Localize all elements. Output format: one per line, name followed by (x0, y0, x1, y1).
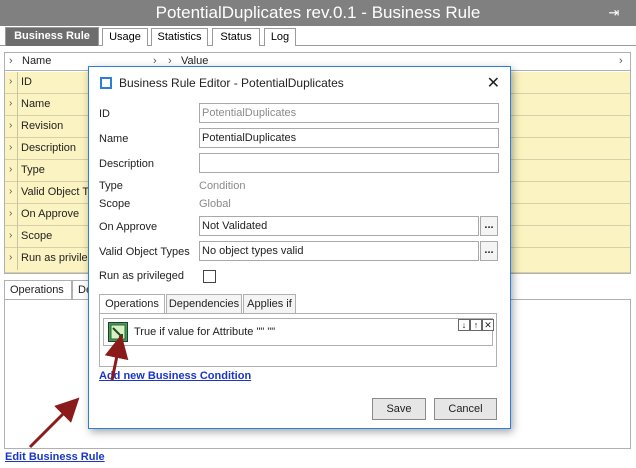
window-titlebar: PotentialDuplicates rev.0.1 - Business R… (0, 0, 636, 26)
name-label: Name (99, 133, 129, 145)
remove-icon[interactable]: ✕ (482, 319, 494, 331)
operations-panel: True if value for Attribute "" "" ↓ ↑ ✕ (99, 313, 497, 367)
type-value: Condition (199, 180, 246, 192)
window-icon (100, 77, 112, 89)
chevron-right-icon[interactable]: › (619, 55, 623, 67)
valid-object-types-label: Valid Object Types (99, 246, 190, 258)
scope-value: Global (199, 198, 231, 210)
chevron-right-icon[interactable]: › (9, 230, 12, 241)
chevron-right-icon[interactable]: › (9, 252, 12, 263)
column-header-name[interactable]: Name (22, 55, 51, 67)
move-up-icon[interactable]: ↑ (470, 319, 482, 331)
row-label: Type (21, 164, 45, 176)
chevron-right-icon[interactable]: › (9, 186, 12, 197)
row-label: Revision (21, 120, 64, 132)
run-as-privileged-label: Run as privileged (99, 270, 184, 282)
chevron-right-icon[interactable]: › (9, 76, 12, 87)
chevron-right-icon[interactable]: › (9, 142, 12, 153)
tab-applies-if[interactable]: Applies if (243, 294, 296, 314)
business-rule-editor-dialog: Business Rule Editor - PotentialDuplicat… (88, 66, 511, 429)
business-condition-row[interactable]: True if value for Attribute "" "" ↓ ↑ ✕ (103, 318, 494, 346)
cancel-button[interactable]: Cancel (434, 398, 497, 420)
main-tabs: Business Rule Usage Statistics Status Lo… (0, 26, 636, 46)
add-new-business-condition-link[interactable]: Add new Business Condition (99, 370, 251, 382)
condition-text: True if value for Attribute "" "" (134, 326, 276, 338)
pin-icon[interactable]: ⇥ (606, 5, 622, 21)
chevron-right-icon[interactable]: › (9, 98, 12, 109)
close-icon[interactable]: ✕ (487, 73, 500, 93)
move-down-icon[interactable]: ↓ (458, 319, 470, 331)
window-title: PotentialDuplicates rev.0.1 - Business R… (155, 3, 481, 22)
edit-business-rule-link[interactable]: Edit Business Rule (5, 451, 105, 463)
id-label: ID (99, 108, 110, 120)
tab-status[interactable]: Status (212, 28, 260, 46)
row-label: On Approve (21, 208, 80, 220)
tab-statistics[interactable]: Statistics (151, 28, 208, 46)
valid-object-types-browse-button[interactable]: ... (480, 241, 498, 261)
on-approve-label: On Approve (99, 221, 158, 233)
id-field[interactable]: PotentialDuplicates (199, 103, 499, 123)
tab-operations[interactable]: Operations (4, 280, 72, 300)
chevron-right-icon[interactable]: › (9, 164, 12, 175)
run-as-privileged-checkbox[interactable] (203, 270, 216, 283)
scope-label: Scope (99, 198, 131, 210)
row-label: Valid Object T (21, 186, 90, 198)
row-label: ID (21, 76, 32, 88)
on-approve-browse-button[interactable]: ... (480, 216, 498, 236)
chevron-right-icon[interactable]: › (9, 55, 13, 67)
valid-object-types-field[interactable]: No object types valid (199, 241, 479, 261)
row-label: Scope (21, 230, 53, 242)
tab-log[interactable]: Log (264, 28, 296, 46)
description-field[interactable] (199, 153, 499, 173)
type-label: Type (99, 180, 123, 192)
row-label: Description (21, 142, 77, 154)
chevron-right-icon[interactable]: › (9, 120, 12, 131)
condition-icon[interactable] (108, 322, 128, 342)
save-button[interactable]: Save (372, 398, 426, 420)
tab-usage[interactable]: Usage (102, 28, 148, 46)
tab-business-rule[interactable]: Business Rule (5, 27, 99, 46)
description-label: Description (99, 158, 155, 170)
tab-operations[interactable]: Operations (99, 294, 165, 315)
on-approve-field[interactable]: Not Validated (199, 216, 479, 236)
dialog-title: Business Rule Editor - PotentialDuplicat… (119, 76, 344, 90)
dialog-titlebar: Business Rule Editor - PotentialDuplicat… (89, 67, 510, 99)
row-label: Name (21, 98, 51, 110)
name-field[interactable]: PotentialDuplicates (199, 128, 499, 148)
tab-dependencies[interactable]: Dependencies (166, 294, 242, 314)
chevron-right-icon[interactable]: › (9, 208, 12, 219)
